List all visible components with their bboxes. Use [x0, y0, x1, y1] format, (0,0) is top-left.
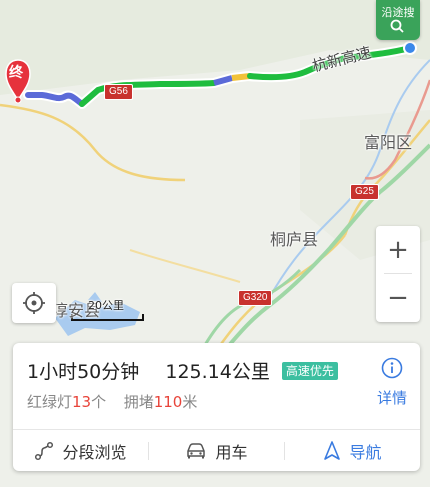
- detail-button[interactable]: 详情: [374, 357, 410, 408]
- end-marker-label: 终: [9, 65, 23, 81]
- search-along-label: 沿途搜: [381, 6, 415, 19]
- congestion-prefix: 拥堵: [123, 393, 154, 411]
- route-duration: 1小时50分钟: [27, 361, 140, 383]
- zoom-out-button[interactable]: −: [376, 274, 420, 321]
- congestion-value: 110: [153, 393, 183, 411]
- g320-shield: G320: [238, 290, 273, 306]
- search-icon: [390, 19, 404, 33]
- congestion-unit: 米: [182, 393, 198, 411]
- segment-browse-button[interactable]: 分段浏览: [13, 430, 148, 472]
- navigate-label: 导航: [349, 443, 382, 462]
- car-label: 用车: [215, 443, 248, 462]
- route-sub-info: 红绿灯13个 拥堵110米: [27, 391, 197, 412]
- car-icon: [185, 442, 207, 460]
- navigate-arrow-icon: [323, 441, 341, 461]
- route-main-info: 1小时50分钟 125.14公里 高速优先: [27, 357, 338, 384]
- g25-shield: G25: [350, 184, 379, 200]
- locate-button[interactable]: [12, 283, 56, 323]
- traffic-lights-prefix: 红绿灯: [27, 393, 73, 411]
- traffic-lights-unit: 个: [91, 393, 107, 411]
- route-strategy-badge: 高速优先: [281, 362, 338, 380]
- detail-label: 详情: [376, 389, 407, 407]
- zoom-controls: + −: [376, 226, 420, 322]
- g56-shield: G56: [104, 84, 133, 100]
- route-distance: 125.14公里: [165, 361, 270, 383]
- route-actions: 分段浏览 用车 导航: [13, 429, 420, 472]
- car-button[interactable]: 用车: [149, 430, 284, 472]
- info-icon: [381, 357, 403, 379]
- segments-icon: [34, 441, 54, 461]
- traffic-lights-count: 13: [72, 393, 92, 411]
- segment-browse-label: 分段浏览: [62, 443, 127, 462]
- navigate-button[interactable]: 导航: [285, 430, 420, 472]
- zoom-in-button[interactable]: +: [376, 226, 420, 273]
- route-summary-panel: 1小时50分钟 125.14公里 高速优先 红绿灯13个 拥堵110米 详情 分…: [13, 343, 420, 471]
- label-tonglu: 桐庐县: [270, 230, 319, 249]
- search-along-button[interactable]: 沿途搜: [376, 0, 420, 40]
- locate-icon: [23, 292, 45, 314]
- scale-label: 20公里: [88, 299, 124, 312]
- label-fuyang: 富阳区: [364, 133, 413, 152]
